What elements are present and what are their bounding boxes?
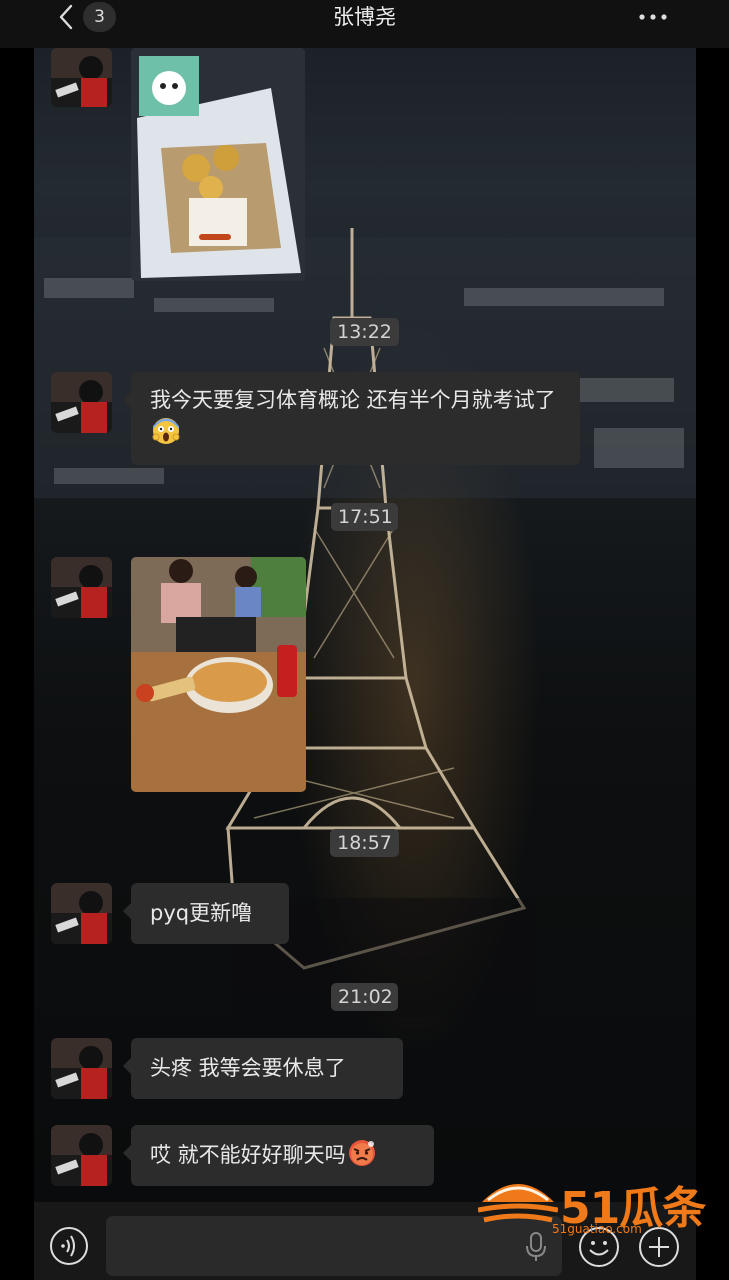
message-text: 哎 就不能好好聊天吗 bbox=[150, 1143, 346, 1167]
timestamp: 13:22 bbox=[330, 318, 399, 346]
avatar[interactable] bbox=[51, 48, 112, 107]
image-message[interactable] bbox=[131, 557, 306, 792]
chat-header: 3 张博尧 bbox=[0, 0, 729, 48]
text-message-bubble[interactable]: 我今天要复习体育概论 还有半个月就考试了 bbox=[123, 372, 580, 465]
melon-logo-icon bbox=[478, 1184, 558, 1223]
message-text: 我今天要复习体育概论 还有半个月就考试了 bbox=[150, 388, 556, 412]
avatar[interactable] bbox=[51, 372, 112, 433]
timestamp: 18:57 bbox=[330, 829, 399, 857]
watermark-url: 51guatiao.com bbox=[552, 1222, 642, 1236]
more-options-icon[interactable] bbox=[636, 2, 670, 32]
avatar[interactable] bbox=[51, 557, 112, 618]
message-text: pyq更新噜 bbox=[150, 901, 253, 925]
avatar[interactable] bbox=[51, 883, 112, 944]
timestamp: 21:02 bbox=[331, 983, 398, 1011]
avatar[interactable] bbox=[51, 1038, 112, 1099]
image-message[interactable] bbox=[131, 48, 305, 281]
text-message-bubble[interactable]: pyq更新噜 bbox=[123, 883, 289, 944]
message-text: 头疼 我等会要休息了 bbox=[150, 1056, 346, 1080]
avatar[interactable] bbox=[51, 1125, 112, 1186]
chat-title: 张博尧 bbox=[333, 5, 396, 29]
timestamp: 17:51 bbox=[331, 503, 398, 531]
angry-face-emoji-icon bbox=[348, 1140, 375, 1166]
voice-input-icon[interactable] bbox=[49, 1226, 89, 1266]
text-message-bubble[interactable]: 头疼 我等会要休息了 bbox=[123, 1038, 403, 1099]
noodle-restaurant-photo-icon bbox=[131, 557, 306, 792]
text-message-bubble[interactable]: 哎 就不能好好聊天吗 bbox=[123, 1125, 434, 1186]
watermark-logo: 51瓜条 51guatiao.com bbox=[478, 1168, 708, 1240]
sticker-bag-photo-icon bbox=[131, 48, 305, 281]
screaming-face-emoji-icon bbox=[152, 418, 180, 444]
